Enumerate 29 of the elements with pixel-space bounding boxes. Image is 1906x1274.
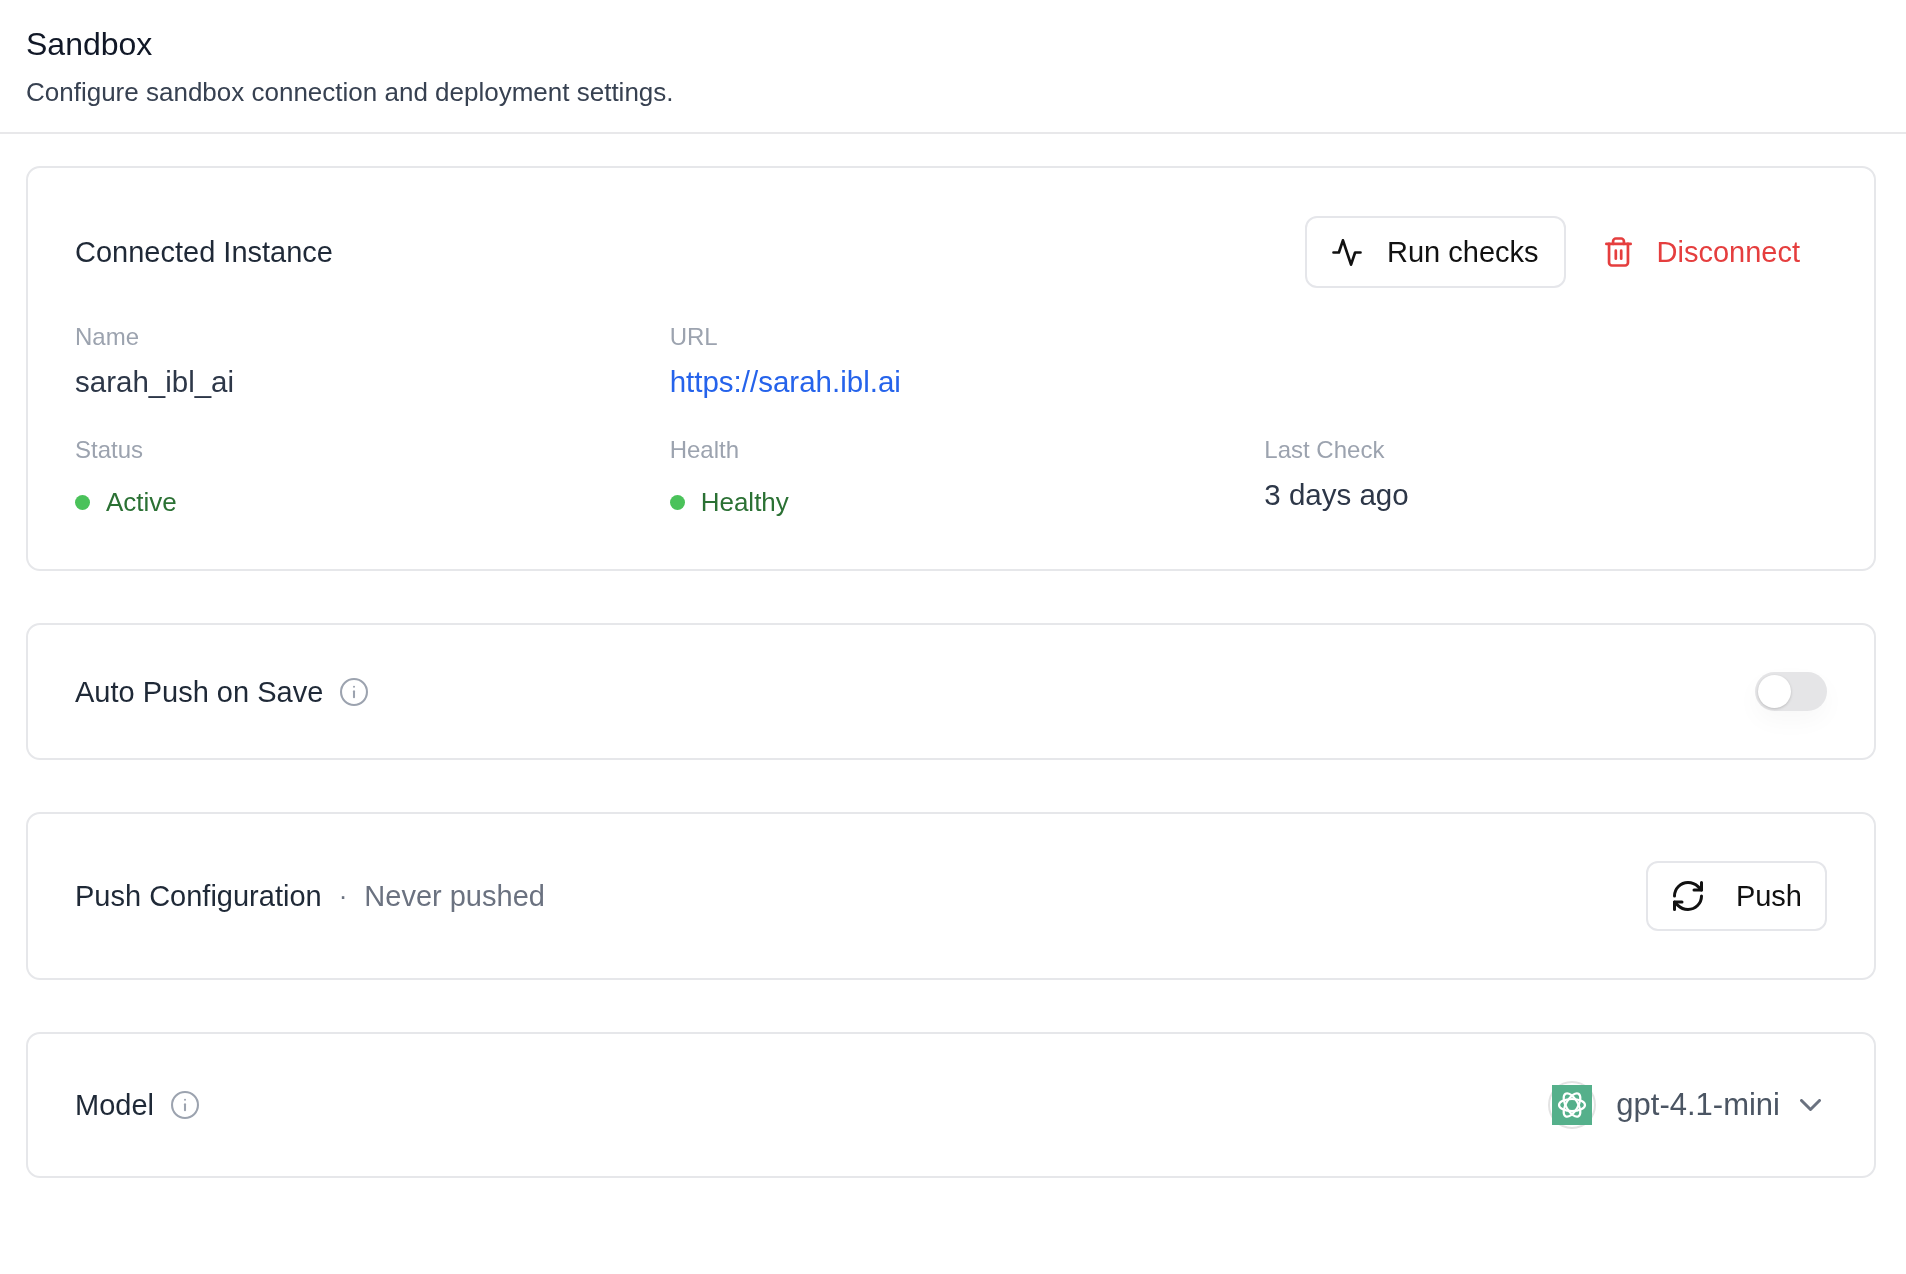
chevron-down-icon	[1800, 1099, 1821, 1111]
section-title: Auto Push on Save	[75, 674, 324, 709]
push-status-text: Never pushed	[364, 879, 545, 913]
info-icon[interactable]	[340, 677, 369, 706]
field-value: 3 days ago	[1264, 478, 1409, 512]
section-title: Push Configuration	[75, 879, 322, 913]
refresh-icon	[1672, 881, 1703, 911]
section-title: Model	[75, 1088, 154, 1122]
separator: ·	[338, 880, 348, 913]
pulse-icon	[1332, 238, 1362, 266]
field-label: URL	[669, 323, 718, 351]
url-link[interactable]: https://sarah.ibl.ai	[669, 365, 901, 399]
field-value: sarah_ibl_ai	[75, 365, 235, 399]
status-text: Healthy	[700, 486, 789, 519]
page-title: Sandbox	[26, 25, 153, 63]
section-title: Connected Instance	[75, 235, 333, 269]
run-checks-button[interactable]: Run checks	[1305, 216, 1566, 288]
trash-icon	[1604, 237, 1632, 267]
toggle-switch[interactable]	[1755, 672, 1827, 711]
page-subtitle: Configure sandbox connection and deployment settings.	[26, 77, 674, 107]
status-text: Active	[106, 486, 177, 519]
info-icon[interactable]	[171, 1091, 199, 1119]
model-select[interactable]: gpt-4.1-mini	[1548, 1081, 1827, 1129]
knot-logo-icon	[1548, 1081, 1597, 1129]
push-button[interactable]: Push	[1645, 861, 1827, 931]
field-label: Last Check	[1264, 436, 1385, 464]
field-label: Status	[75, 436, 144, 464]
field-label: Health	[669, 436, 740, 464]
field-label: Name	[75, 323, 140, 351]
